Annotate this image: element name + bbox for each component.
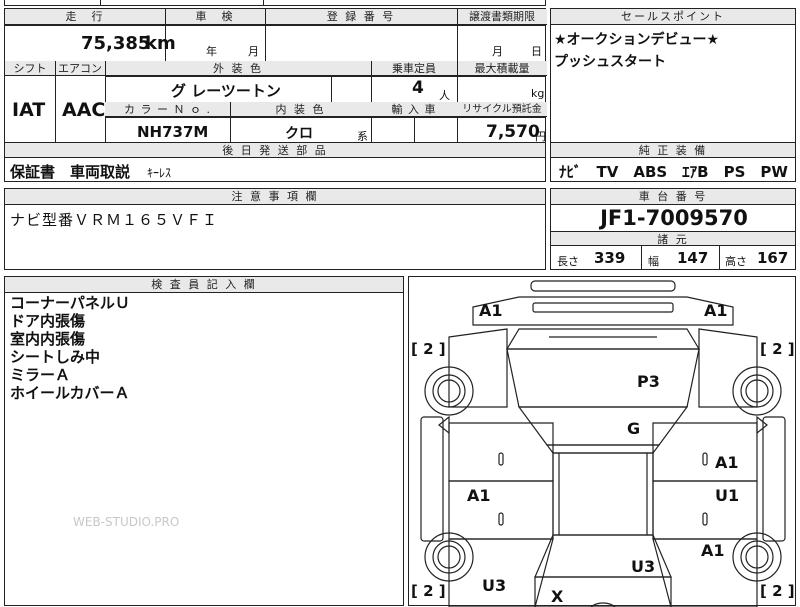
inspector-item: ミラーＡ bbox=[10, 366, 71, 384]
interior-color-header: 内 装 色 bbox=[230, 102, 371, 117]
capacity-header: 乗車定員 bbox=[371, 61, 457, 76]
mark-front-left: A1 bbox=[479, 301, 503, 320]
inspector-item: ドア内張傷 bbox=[10, 312, 86, 330]
aircon-value: AAC bbox=[62, 99, 106, 121]
inspection-header: 車 検 bbox=[165, 9, 265, 25]
capacity-value: 4 bbox=[412, 78, 424, 98]
aircon-header: エアコン bbox=[55, 61, 105, 76]
inspector-item: シートしみ中 bbox=[10, 348, 101, 366]
genuine-equipment-value: ﾅﾋﾞ TV ABS ｴｱB PS PW bbox=[559, 163, 788, 181]
watermark: WEB-STUDIO.PRO bbox=[73, 515, 180, 529]
genuine-equipment-section: 純 正 装 備 ﾅﾋﾞ TV ABS ｴｱB PS PW bbox=[550, 142, 796, 182]
mark-right-rear: A1 bbox=[701, 541, 725, 560]
exterior-color-value: グ レーツートン bbox=[171, 82, 281, 100]
tire-label-tr: [ 2 ] bbox=[760, 340, 795, 358]
chassis-header: 車 台 番 号 bbox=[551, 189, 795, 205]
inspector-section: 検 査 員 記 入 欄 コーナーパネルＵ ドア内張傷 室内内張傷 シートしみ中 … bbox=[4, 276, 404, 606]
specs-header: 諸 元 bbox=[551, 231, 795, 246]
color-no-header: カ ラ ー Ｎ ｏ . bbox=[105, 102, 230, 117]
notes-header: 注 意 事 項 欄 bbox=[5, 189, 545, 205]
capacity-unit: 人 bbox=[439, 89, 450, 102]
mark-right-front-door: A1 bbox=[715, 453, 739, 472]
mark-rear-center: U3 bbox=[631, 557, 656, 576]
chassis-section: 車 台 番 号 JF1-7009570 諸 元 長さ 339 幅 147 高さ … bbox=[550, 188, 796, 270]
mark-left-front-door: A1 bbox=[467, 486, 491, 505]
mark-rear-bottom: X bbox=[551, 587, 564, 606]
transfer-month-label: 月 bbox=[492, 45, 503, 58]
chassis-value: JF1-7009570 bbox=[600, 206, 748, 230]
notes-section: 注 意 事 項 欄 ナビ型番ＶＲＭ１６５ＶＦＩ bbox=[4, 188, 546, 270]
shift-header: シフト bbox=[5, 61, 55, 76]
inspector-header: 検 査 員 記 入 欄 bbox=[5, 277, 403, 293]
width-label: 幅 bbox=[648, 255, 659, 268]
mark-hood: P3 bbox=[637, 372, 660, 391]
transfer-header: 譲渡書類期限 bbox=[457, 9, 547, 25]
later-parts-section: 後 日 発 送 部 品 保証書 車両取説 ｷｰﾚｽ bbox=[4, 142, 546, 182]
inspection-year-label: 年 bbox=[206, 45, 217, 58]
inspector-item: コーナーパネルＵ bbox=[10, 294, 130, 312]
damage-diagram: [ 2 ] [ 2 ] [ 2 ] [ 2 ] A1 A1 P3 G A1 A1… bbox=[408, 276, 796, 607]
later-parts-value: 保証書 車両取説 bbox=[10, 163, 131, 181]
notes-value: ナビ型番ＶＲＭ１６５ＶＦＩ bbox=[10, 211, 219, 229]
genuine-equipment-header: 純 正 装 備 bbox=[551, 143, 795, 158]
inspection-month-label: 月 bbox=[248, 45, 259, 58]
tire-label-tl: [ 2 ] bbox=[411, 340, 446, 358]
tire-label-bl: [ 2 ] bbox=[411, 582, 446, 600]
registration-header: 登 録 番 号 bbox=[265, 9, 457, 25]
mileage-value: 75,385 bbox=[81, 33, 151, 54]
mark-front-right: A1 bbox=[704, 301, 728, 320]
mileage-unit: km bbox=[145, 33, 176, 54]
sales-point-line2: プッシュスタート bbox=[554, 54, 666, 70]
height-label: 高さ bbox=[725, 255, 747, 268]
later-parts-header: 後 日 発 送 部 品 bbox=[5, 143, 545, 158]
interior-color-value: クロ bbox=[285, 126, 313, 142]
recycle-value: 7,570 bbox=[486, 122, 540, 142]
recycle-header: リサイクル預託金 bbox=[457, 102, 547, 117]
top-strip bbox=[4, 0, 546, 6]
inspector-list: コーナーパネルＵ ドア内張傷 室内内張傷 シートしみ中 ミラーＡ ホイールカバー… bbox=[10, 294, 130, 402]
shift-value: IAT bbox=[12, 99, 46, 121]
max-load-header: 最大積載量 bbox=[457, 61, 547, 76]
length-label: 長さ bbox=[557, 255, 579, 268]
height-value: 167 bbox=[757, 249, 789, 267]
mark-right-rear-door: U1 bbox=[715, 486, 740, 505]
width-value: 147 bbox=[677, 249, 709, 267]
length-value: 339 bbox=[594, 249, 626, 267]
vehicle-info-table: 走 行 車 検 登 録 番 号 譲渡書類期限 75,385 km 年 月 月 日… bbox=[4, 8, 547, 144]
transfer-day-label: 日 bbox=[531, 45, 542, 58]
sales-point-section: セールスポイント ★オークションデビュー★ プッシュスタート bbox=[550, 8, 796, 143]
color-no-value: NH737M bbox=[137, 123, 209, 141]
sales-point-line1: ★オークションデビュー★ bbox=[554, 32, 720, 48]
inspector-item: 室内内張傷 bbox=[10, 330, 86, 348]
max-load-unit: kg bbox=[531, 87, 545, 100]
tire-label-br: [ 2 ] bbox=[760, 582, 795, 600]
mark-left-rear: U3 bbox=[482, 576, 507, 595]
import-header: 輸 入 車 bbox=[371, 102, 457, 117]
exterior-color-header: 外 装 色 bbox=[105, 61, 371, 76]
mark-windshield: G bbox=[627, 419, 641, 438]
car-diagram-svg bbox=[420, 280, 786, 607]
mileage-header: 走 行 bbox=[5, 9, 165, 25]
later-parts-small: ｷｰﾚｽ bbox=[147, 166, 172, 180]
sales-point-header: セールスポイント bbox=[551, 9, 795, 25]
inspector-item: ホイールカバーＡ bbox=[10, 384, 130, 402]
